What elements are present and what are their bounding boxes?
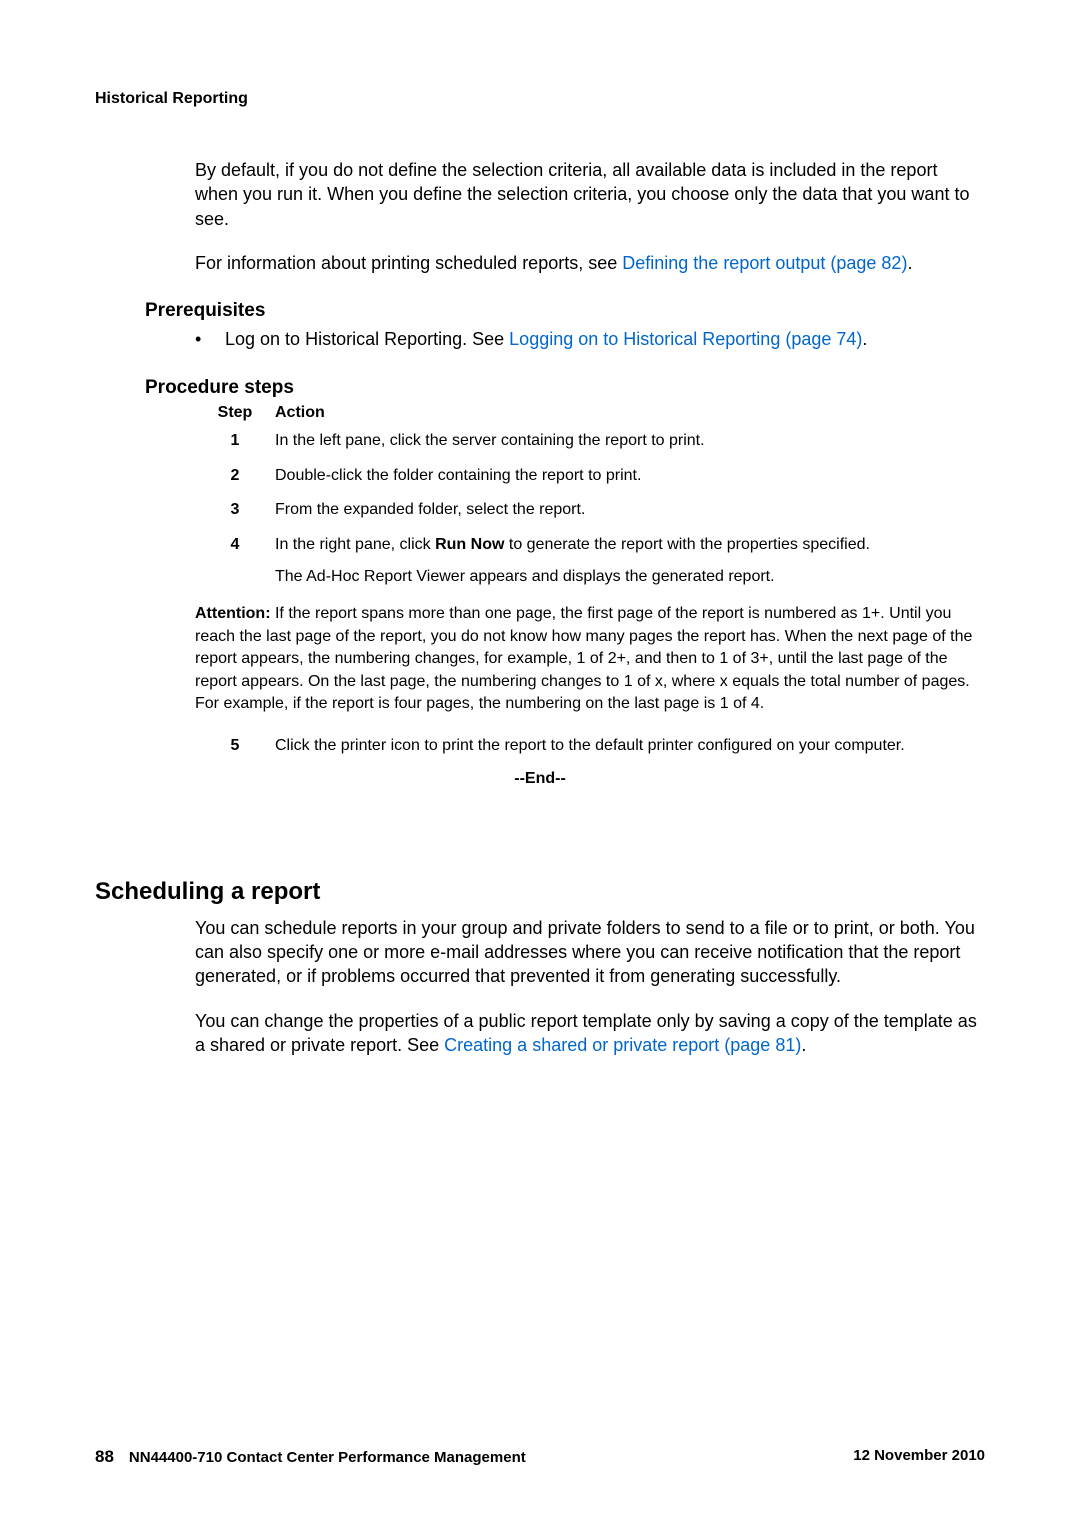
link-defining-report-output[interactable]: Defining the report output (page 82): [622, 253, 907, 273]
step-action: Click the printer icon to print the repo…: [275, 735, 985, 757]
intro-block: By default, if you do not define the sel…: [195, 158, 985, 275]
steps-table-cont: 5 Click the printer icon to print the re…: [195, 735, 985, 757]
footer-date: 12 November 2010: [853, 1447, 985, 1467]
step-num: 2: [195, 465, 275, 487]
link-logon-historical-reporting[interactable]: Logging on to Historical Reporting (page…: [509, 329, 862, 349]
step-num: 1: [195, 430, 275, 452]
col-step: Step: [195, 404, 275, 422]
step4-pre: In the right pane, click: [275, 536, 435, 553]
step4-sub: The Ad-Hoc Report Viewer appears and dis…: [275, 566, 985, 588]
step-num: 5: [195, 735, 275, 757]
intro-para-1: By default, if you do not define the sel…: [195, 158, 985, 231]
scheduling-para-2-post: .: [801, 1035, 806, 1055]
doc-id: NN44400-710 Contact Center Performance M…: [129, 1449, 526, 1466]
attention-body: If the report spans more than one page, …: [195, 605, 972, 712]
step-row: 3 From the expanded folder, select the r…: [195, 499, 985, 521]
prereq-post: .: [862, 329, 867, 349]
prereq-text: Log on to Historical Reporting. See Logg…: [225, 327, 867, 352]
running-header: Historical Reporting: [95, 90, 985, 108]
prereq-bullet: • Log on to Historical Reporting. See Lo…: [195, 327, 985, 352]
bullet-dot-icon: •: [195, 327, 225, 352]
step-row: 1 In the left pane, click the server con…: [195, 430, 985, 452]
heading-procedure-steps: Procedure steps: [145, 377, 985, 399]
step-row: 4 In the right pane, click Run Now to ge…: [195, 534, 985, 589]
step-row: 2 Double-click the folder containing the…: [195, 465, 985, 487]
page-number: 88: [95, 1447, 114, 1467]
link-creating-shared-private-report[interactable]: Creating a shared or private report (pag…: [444, 1035, 801, 1055]
attention-label: Attention:: [195, 605, 271, 622]
steps-table: Step Action 1 In the left pane, click th…: [195, 404, 985, 588]
intro-para-2-post: .: [907, 253, 912, 273]
step-action: In the right pane, click Run Now to gene…: [275, 534, 985, 589]
scheduling-para-1: You can schedule reports in your group a…: [195, 916, 985, 989]
col-action: Action: [275, 404, 985, 422]
prereq-pre: Log on to Historical Reporting. See: [225, 329, 509, 349]
step-num: 3: [195, 499, 275, 521]
step-num: 4: [195, 534, 275, 589]
step-action: In the left pane, click the server conta…: [275, 430, 985, 452]
scheduling-para-2: You can change the properties of a publi…: [195, 1009, 985, 1058]
steps-header-row: Step Action: [195, 404, 985, 422]
heading-prerequisites: Prerequisites: [145, 300, 985, 322]
intro-para-2-pre: For information about printing scheduled…: [195, 253, 622, 273]
scheduling-block: You can schedule reports in your group a…: [195, 916, 985, 1057]
footer-left: 88 NN44400-710 Contact Center Performanc…: [95, 1447, 526, 1467]
step4-runnow-bold: Run Now: [435, 536, 504, 553]
document-page: Historical Reporting By default, if you …: [0, 0, 1080, 1527]
heading-scheduling-report: Scheduling a report: [95, 878, 985, 906]
step-action: From the expanded folder, select the rep…: [275, 499, 985, 521]
step4-post: to generate the report with the properti…: [504, 536, 870, 553]
step-action: Double-click the folder containing the r…: [275, 465, 985, 487]
step-row: 5 Click the printer icon to print the re…: [195, 735, 985, 757]
page-footer: 88 NN44400-710 Contact Center Performanc…: [95, 1447, 985, 1467]
intro-para-2: For information about printing scheduled…: [195, 251, 985, 275]
end-marker: --End--: [95, 770, 985, 788]
attention-block: Attention: If the report spans more than…: [195, 603, 985, 715]
